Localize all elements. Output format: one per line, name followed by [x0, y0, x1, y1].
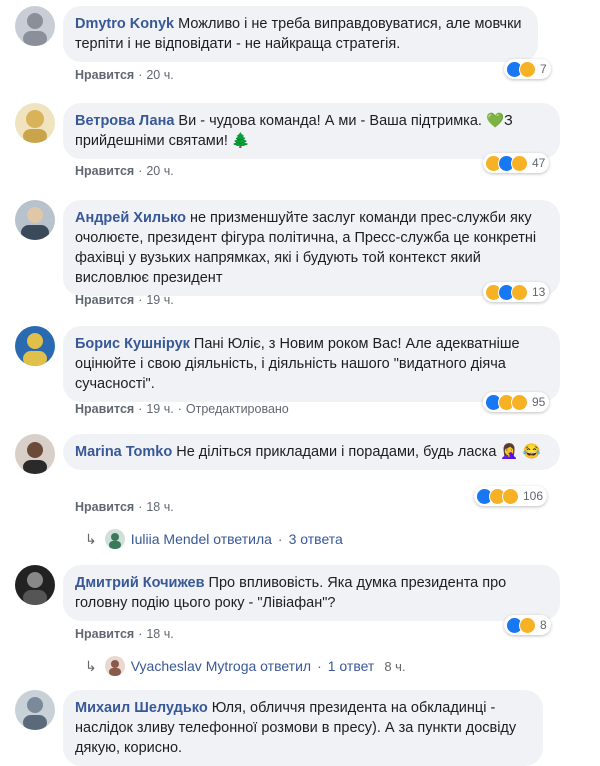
view-replies-link[interactable]: ↳ Iuliia Mendel ответила · 3 ответа: [85, 529, 343, 549]
comment-author[interactable]: Дмитрий Кочижев: [75, 575, 205, 591]
comment-meta: Нравится · 20 ч.: [75, 164, 174, 178]
reply-arrow-icon: ↳: [85, 657, 97, 674]
reaction-summary[interactable]: 95: [483, 392, 550, 412]
comment-meta: Нравится · 19 ч. · Отредактировано: [75, 402, 289, 416]
avatar[interactable]: [15, 200, 55, 240]
avatar[interactable]: [15, 6, 55, 46]
comment-author[interactable]: Михаил Шелудько: [75, 700, 208, 716]
view-replies-link[interactable]: ↳ Vyacheslav Mytroga ответил · 1 ответ 8…: [85, 656, 406, 676]
comment-bubble: Dmytro Konyk Можливо і не треба виправдов…: [63, 6, 538, 62]
comment-bubble: Дмитрий Кочижев Про впливовість. Яка думк…: [63, 565, 560, 621]
comment-text: Не діліться прикладами і порадами, будь …: [176, 444, 541, 460]
reaction-count: 7: [540, 62, 547, 76]
wow-reaction-icon: [511, 154, 528, 172]
reply-count[interactable]: 1 ответ: [328, 658, 375, 674]
comment-meta: Нравится · 18 ч.: [75, 627, 174, 641]
comment-author[interactable]: Ветрова Лана: [75, 113, 174, 129]
reply-author[interactable]: Vyacheslav Mytroga: [131, 658, 257, 674]
reply-avatar: [104, 656, 125, 676]
like-link[interactable]: Нравится: [75, 68, 134, 82]
comment-time[interactable]: 20 ч.: [146, 164, 173, 178]
reaction-count: 106: [523, 489, 544, 503]
like-link[interactable]: Нравится: [75, 164, 134, 178]
avatar[interactable]: [15, 565, 55, 605]
wow-reaction-icon: [511, 393, 528, 411]
comment-bubble: Борис Кушнірук Пані Юліє, з Новим роком В…: [63, 326, 560, 402]
comment-author[interactable]: Marina Tomko: [75, 444, 172, 460]
comment-meta: Нравится · 20 ч.: [75, 68, 174, 82]
haha-reaction-icon: [519, 616, 536, 634]
reaction-count: 13: [532, 285, 546, 299]
reply-arrow-icon: ↳: [85, 530, 97, 547]
reaction-summary[interactable]: 8: [504, 615, 551, 635]
comment-time[interactable]: 19 ч.: [146, 402, 173, 416]
comment-meta: Нравится · 18 ч.: [75, 500, 174, 514]
reply-count[interactable]: 3 ответа: [289, 531, 343, 547]
comments-feed: Dmytro Konyk Можливо і не треба виправдов…: [0, 0, 600, 766]
comment-meta: Нравится · 19 ч.: [75, 293, 174, 307]
reply-time[interactable]: 8 ч.: [384, 659, 405, 674]
comment-time[interactable]: 18 ч.: [146, 627, 173, 641]
reaction-summary[interactable]: 7: [504, 59, 551, 79]
reaction-count: 47: [532, 156, 546, 170]
reaction-summary[interactable]: 47: [483, 153, 550, 173]
comment-time[interactable]: 19 ч.: [146, 293, 173, 307]
like-link[interactable]: Нравится: [75, 402, 134, 416]
reaction-summary[interactable]: 13: [483, 282, 550, 302]
avatar[interactable]: [15, 326, 55, 366]
avatar[interactable]: [15, 103, 55, 143]
like-link[interactable]: Нравится: [75, 293, 134, 307]
like-link[interactable]: Нравится: [75, 627, 134, 641]
reply-action: ответил: [260, 658, 312, 674]
wow-reaction-icon: [502, 487, 519, 505]
comment-bubble: Михаил Шелудько Юля, обличчя президента н…: [63, 690, 543, 766]
comment-time[interactable]: 18 ч.: [146, 500, 173, 514]
haha-reaction-icon: [519, 60, 536, 78]
reaction-count: 95: [532, 395, 546, 409]
reply-avatar: [104, 529, 125, 549]
comment-time[interactable]: 20 ч.: [146, 68, 173, 82]
sad-reaction-icon: [511, 283, 528, 301]
reply-action: ответила: [213, 531, 272, 547]
comment-author[interactable]: Андрей Хилько: [75, 210, 186, 226]
comment-bubble: Ветрова Лана Ви - чудова команда! А ми - …: [63, 103, 560, 159]
comment-author[interactable]: Dmytro Konyk: [75, 16, 174, 32]
edited-label[interactable]: Отредактировано: [186, 402, 289, 416]
reply-author[interactable]: Iuliia Mendel: [131, 531, 210, 547]
avatar[interactable]: [15, 434, 55, 474]
like-link[interactable]: Нравится: [75, 500, 134, 514]
reaction-summary[interactable]: 106: [474, 486, 548, 506]
comment-author[interactable]: Борис Кушнірук: [75, 336, 190, 352]
comment-bubble: Marina Tomko Не діліться прикладами і пор…: [63, 434, 560, 470]
comment-bubble: Андрей Хилько не призменшуйте заслуг кома…: [63, 200, 560, 296]
reaction-count: 8: [540, 618, 547, 632]
avatar[interactable]: [15, 690, 55, 730]
